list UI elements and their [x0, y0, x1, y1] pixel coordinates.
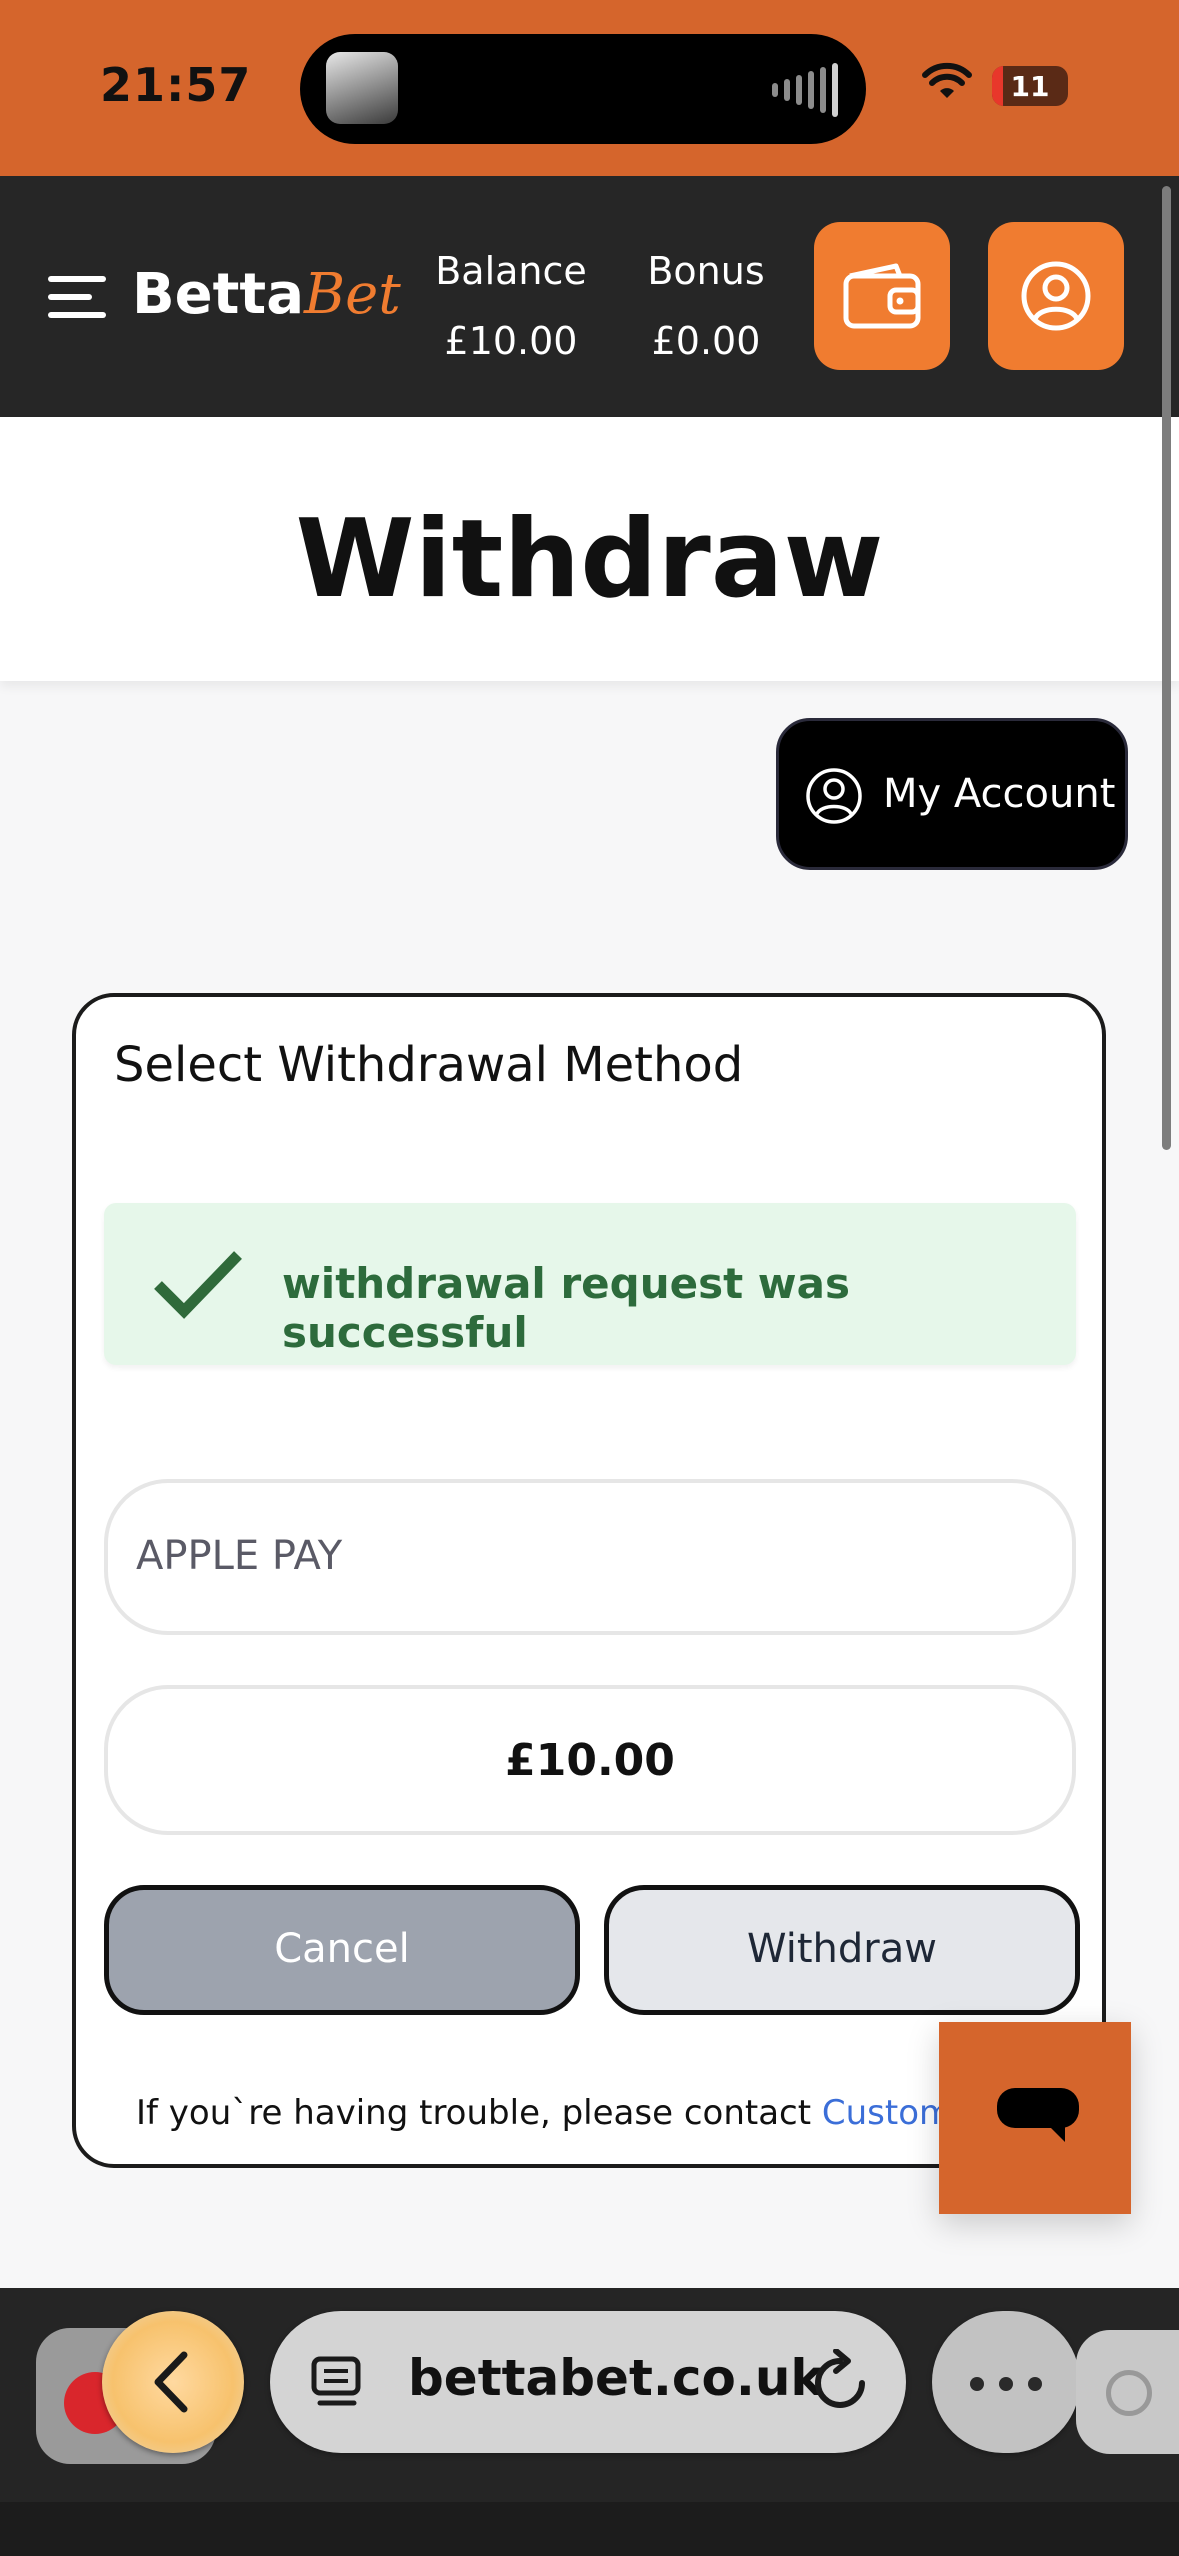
amount-field[interactable]: £10.00	[104, 1685, 1076, 1835]
url-text: bettabet.co.uk	[408, 2349, 824, 2407]
withdrawal-method-value: APPLE PAY	[136, 1533, 343, 1579]
withdraw-button[interactable]: Withdraw	[604, 1885, 1080, 2015]
card-title: Select Withdrawal Method	[114, 1037, 744, 1093]
checkmark-icon	[154, 1251, 242, 1319]
site-logo[interactable]: BettaBet	[132, 262, 401, 327]
logo-text-bet: Bet	[304, 262, 401, 327]
my-account-label: My Account	[883, 771, 1116, 817]
help-text: If you`re having trouble, please contact…	[136, 2093, 1019, 2133]
user-circle-icon	[1021, 261, 1091, 331]
wallet-icon	[843, 263, 921, 329]
wifi-icon	[922, 62, 972, 98]
profile-button[interactable]	[988, 222, 1124, 370]
home-indicator-area	[0, 2502, 1179, 2556]
reload-icon[interactable]	[810, 2349, 870, 2413]
wallet-button[interactable]	[814, 222, 950, 370]
success-message: withdrawal request was successful	[282, 1259, 850, 1357]
status-bar: 21:57 11	[0, 0, 1179, 176]
status-time: 21:57	[100, 58, 252, 112]
withdrawal-card: Select Withdrawal Method withdrawal requ…	[72, 993, 1106, 2168]
success-alert: withdrawal request was successful	[104, 1203, 1076, 1365]
battery-percent: 11	[1010, 70, 1050, 103]
more-dot	[999, 2377, 1013, 2391]
amount-value: £10.00	[505, 1735, 675, 1786]
help-message: If you`re having trouble, please contact	[136, 2093, 822, 2133]
page-scrollbar[interactable]	[1162, 186, 1171, 1150]
cancel-button[interactable]: Cancel	[104, 1885, 580, 2015]
back-button[interactable]	[102, 2311, 244, 2453]
more-options-button[interactable]	[932, 2311, 1080, 2453]
next-tab-preview[interactable]	[1076, 2330, 1179, 2454]
balance-label: Balance	[435, 249, 587, 293]
more-dot	[1028, 2377, 1042, 2391]
address-bar[interactable]: bettabet.co.uk	[270, 2311, 906, 2453]
audio-waveform-icon	[772, 60, 838, 120]
more-dots-icon	[970, 2377, 984, 2391]
logo-text-betta: Betta	[132, 262, 304, 327]
withdrawal-method-select[interactable]: APPLE PAY	[104, 1479, 1076, 1635]
bonus-value: £0.00	[651, 319, 761, 363]
chat-bubble-icon	[997, 2088, 1079, 2142]
hamburger-icon[interactable]	[48, 276, 106, 318]
user-circle-icon	[806, 768, 862, 824]
balance-display: Balance £10.00	[430, 236, 592, 376]
page-title: Withdraw	[295, 497, 884, 622]
balance-value: £10.00	[444, 319, 578, 363]
tabs-icon	[311, 2356, 361, 2406]
page-title-band: Withdraw	[0, 417, 1179, 681]
chat-button[interactable]	[939, 2022, 1131, 2214]
battery-indicator: 11	[992, 66, 1068, 106]
dynamic-island[interactable]	[300, 34, 866, 144]
my-account-button[interactable]: My Account	[776, 718, 1128, 870]
bonus-display: Bonus £0.00	[636, 236, 776, 376]
chevron-left-icon	[154, 2351, 188, 2413]
next-tab-favicon	[1106, 2370, 1152, 2416]
bonus-label: Bonus	[647, 249, 765, 293]
site-header: BettaBet Balance £10.00 Bonus £0.00	[0, 176, 1179, 417]
now-playing-artwork	[326, 52, 398, 124]
